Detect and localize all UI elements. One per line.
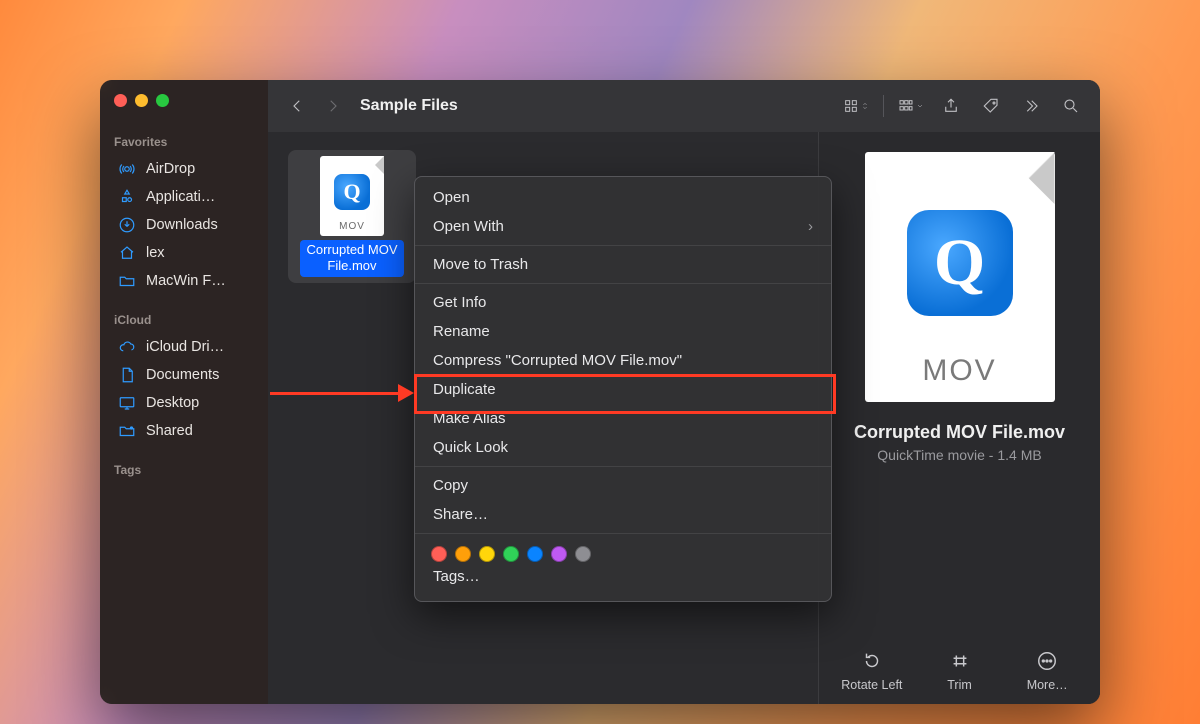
- sidebar-item-label: Applicati…: [146, 189, 215, 205]
- sidebar-item-desktop[interactable]: Desktop: [114, 389, 258, 417]
- preview-action-label: More…: [1027, 678, 1068, 692]
- ctx-get-info[interactable]: Get Info: [415, 283, 831, 317]
- nav-forward-button[interactable]: [320, 93, 346, 119]
- more-icon: [1036, 650, 1058, 672]
- preview-action-label: Rotate Left: [841, 678, 902, 692]
- ctx-make-alias[interactable]: Make Alias: [415, 404, 831, 433]
- preview-subtitle: QuickTime movie - 1.4 MB: [877, 447, 1041, 463]
- preview-file-name: Corrupted MOV File.mov: [854, 422, 1065, 443]
- sidebar-item-label: AirDrop: [146, 161, 195, 177]
- shared-icon: [118, 422, 136, 440]
- view-mode-button[interactable]: [843, 93, 869, 119]
- nav-back-button[interactable]: [284, 93, 310, 119]
- chevron-right-icon: ›: [808, 218, 813, 235]
- tag-color-orange[interactable]: [455, 546, 471, 562]
- preview-actions: Rotate Left Trim More…: [833, 636, 1086, 692]
- cloud-icon: [118, 338, 136, 356]
- ctx-tag-colors: [415, 533, 831, 562]
- preview-pane: MOV Corrupted MOV File.mov QuickTime mov…: [818, 132, 1100, 704]
- sidebar-item-downloads[interactable]: Downloads: [114, 211, 258, 239]
- zoom-window-button[interactable]: [156, 94, 169, 107]
- rotate-left-icon: [861, 650, 883, 672]
- toolbar-overflow-button[interactable]: [1018, 93, 1044, 119]
- downloads-icon: [118, 216, 136, 234]
- preview-action-label: Trim: [947, 678, 972, 692]
- sidebar-section-icloud: iCloud: [114, 313, 258, 327]
- search-button[interactable]: [1058, 93, 1084, 119]
- quicktime-icon: [907, 210, 1013, 316]
- minimize-window-button[interactable]: [135, 94, 148, 107]
- airdrop-icon: [118, 160, 136, 178]
- sidebar-item-label: Downloads: [146, 217, 218, 233]
- sidebar-item-home[interactable]: lex: [114, 239, 258, 267]
- preview-thumbnail: MOV: [865, 152, 1055, 402]
- sidebar-item-documents[interactable]: Documents: [114, 361, 258, 389]
- file-name-label: Corrupted MOV File.mov: [300, 240, 403, 277]
- ctx-duplicate[interactable]: Duplicate: [415, 375, 831, 404]
- close-window-button[interactable]: [114, 94, 127, 107]
- ctx-open[interactable]: Open: [415, 183, 831, 212]
- window-title: Sample Files: [360, 97, 458, 115]
- ctx-move-to-trash[interactable]: Move to Trash: [415, 245, 831, 279]
- tag-color-blue[interactable]: [527, 546, 543, 562]
- desktop-icon: [118, 394, 136, 412]
- sidebar-item-label: Desktop: [146, 395, 199, 411]
- apps-icon: [118, 188, 136, 206]
- ctx-compress[interactable]: Compress "Corrupted MOV File.mov": [415, 346, 831, 375]
- share-button[interactable]: [938, 93, 964, 119]
- sidebar-section-tags: Tags: [114, 463, 258, 477]
- tag-color-purple[interactable]: [551, 546, 567, 562]
- window-controls: [114, 94, 258, 107]
- folder-icon: [118, 272, 136, 290]
- preview-action-more[interactable]: More…: [1008, 650, 1086, 692]
- sidebar-item-label: Documents: [146, 367, 219, 383]
- ctx-rename[interactable]: Rename: [415, 317, 831, 346]
- trim-icon: [949, 650, 971, 672]
- tag-color-gray[interactable]: [575, 546, 591, 562]
- sidebar: Favorites AirDrop Applicati… Downloads l…: [100, 80, 268, 704]
- quicktime-icon: [334, 174, 370, 210]
- preview-ext-label: MOV: [865, 354, 1055, 388]
- tag-color-red[interactable]: [431, 546, 447, 562]
- tags-button[interactable]: [978, 93, 1004, 119]
- ctx-share[interactable]: Share…: [415, 500, 831, 529]
- home-icon: [118, 244, 136, 262]
- sidebar-item-applications[interactable]: Applicati…: [114, 183, 258, 211]
- context-menu: Open Open With› Move to Trash Get Info R…: [414, 176, 832, 602]
- sidebar-item-airdrop[interactable]: AirDrop: [114, 155, 258, 183]
- sidebar-item-icloud-drive[interactable]: iCloud Dri…: [114, 333, 258, 361]
- ctx-open-with[interactable]: Open With›: [415, 212, 831, 241]
- sidebar-item-label: Shared: [146, 423, 193, 439]
- group-by-button[interactable]: [898, 93, 924, 119]
- sidebar-item-label: iCloud Dri…: [146, 339, 224, 355]
- sidebar-section-favorites: Favorites: [114, 135, 258, 149]
- file-thumbnail: MOV: [320, 156, 384, 236]
- document-icon: [118, 366, 136, 384]
- file-ext-label: MOV: [320, 221, 384, 232]
- preview-action-trim[interactable]: Trim: [921, 650, 999, 692]
- sidebar-item-shared[interactable]: Shared: [114, 417, 258, 445]
- ctx-tags[interactable]: Tags…: [415, 562, 831, 591]
- sidebar-item-macwin[interactable]: MacWin F…: [114, 267, 258, 295]
- sidebar-item-label: lex: [146, 245, 165, 261]
- tag-color-yellow[interactable]: [479, 546, 495, 562]
- sidebar-item-label: MacWin F…: [146, 273, 226, 289]
- file-item-selected[interactable]: MOV Corrupted MOV File.mov: [288, 150, 416, 283]
- toolbar-divider: [883, 95, 884, 117]
- ctx-quick-look[interactable]: Quick Look: [415, 433, 831, 462]
- preview-action-rotate-left[interactable]: Rotate Left: [833, 650, 911, 692]
- ctx-copy[interactable]: Copy: [415, 466, 831, 500]
- toolbar: Sample Files: [268, 80, 1100, 132]
- tag-color-green[interactable]: [503, 546, 519, 562]
